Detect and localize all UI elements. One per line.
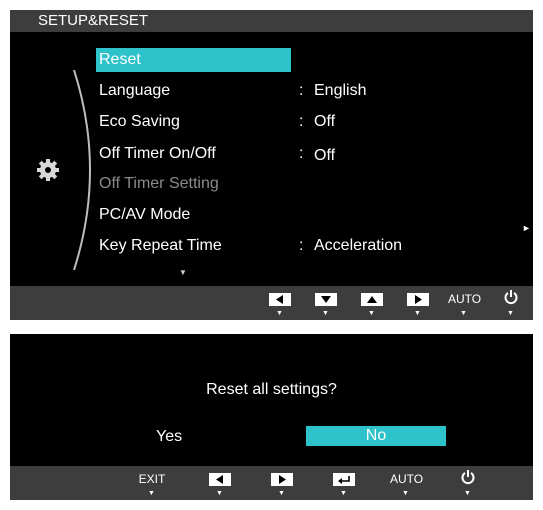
menu-item-colon: : bbox=[299, 82, 304, 99]
power-button[interactable]: ▼ bbox=[495, 286, 527, 320]
auto-label: AUTO bbox=[390, 472, 424, 486]
left-button[interactable]: ▼ bbox=[204, 466, 236, 500]
menu-item-label: Key Repeat Time bbox=[99, 237, 222, 254]
reset-confirm-dialog: Reset all settings? Yes No EXIT ▼ ▼ ▼ ▼ … bbox=[10, 334, 533, 500]
button-marker-icon: ▼ bbox=[402, 490, 409, 497]
menu-item-value: Off bbox=[314, 113, 336, 130]
menu-item-value: English bbox=[314, 82, 367, 99]
menu-item-label: Reset bbox=[99, 51, 141, 68]
right-button[interactable]: ▼ bbox=[402, 286, 434, 320]
down-arrow-icon bbox=[315, 293, 337, 306]
button-marker-icon: ▼ bbox=[340, 490, 347, 497]
button-marker-icon: ▼ bbox=[148, 490, 155, 497]
button-marker-icon: ▼ bbox=[414, 310, 421, 317]
menu-item-label: PC/AV Mode bbox=[99, 206, 191, 223]
scroll-down-icon: ▼ bbox=[179, 268, 187, 277]
menu-button-guide-bar: ▼ ▼ ▼ ▼ AUTO ▼ ▼ bbox=[10, 286, 533, 320]
dialog-question: Reset all settings? bbox=[206, 381, 337, 398]
auto-label: AUTO bbox=[448, 292, 482, 306]
down-button[interactable]: ▼ bbox=[310, 286, 342, 320]
dialog-button-guide-bar: EXIT ▼ ▼ ▼ ▼ AUTO ▼ ▼ bbox=[10, 466, 533, 500]
yes-option[interactable]: Yes bbox=[156, 428, 182, 446]
exit-label: EXIT bbox=[138, 472, 166, 486]
menu-item-value: Off bbox=[314, 147, 336, 164]
left-arrow-icon bbox=[209, 473, 231, 486]
no-option-label: No bbox=[365, 427, 387, 444]
button-marker-icon: ▼ bbox=[276, 310, 283, 317]
power-icon bbox=[461, 470, 475, 485]
power-icon bbox=[504, 290, 518, 305]
button-marker-icon: ▼ bbox=[278, 490, 285, 497]
button-marker-icon: ▼ bbox=[460, 310, 467, 317]
gear-icon bbox=[37, 159, 59, 181]
power-button[interactable]: ▼ bbox=[452, 466, 484, 500]
menu-item-label: Language bbox=[99, 82, 171, 99]
up-arrow-icon bbox=[361, 293, 383, 306]
menu-item-label: Off Timer On/Off bbox=[99, 145, 216, 162]
button-marker-icon: ▼ bbox=[368, 310, 375, 317]
left-arrow-icon bbox=[269, 293, 291, 306]
menu-item-off-timer-setting: Off Timer Setting bbox=[96, 172, 516, 196]
enter-button[interactable]: ▼ bbox=[328, 466, 360, 500]
menu-item-off-timer-onoff[interactable]: Off Timer On/Off : Off bbox=[96, 142, 516, 166]
button-marker-icon: ▼ bbox=[216, 490, 223, 497]
menu-item-language[interactable]: Language : English bbox=[96, 79, 516, 103]
exit-button[interactable]: EXIT ▼ bbox=[136, 466, 168, 500]
menu-item-colon: : bbox=[299, 145, 304, 162]
menu-item-pc-av-mode[interactable]: PC/AV Mode bbox=[96, 203, 516, 227]
left-button[interactable]: ▼ bbox=[264, 286, 296, 320]
menu-item-value: Acceleration bbox=[314, 237, 403, 254]
menu-item-eco-saving[interactable]: Eco Saving : Off bbox=[96, 110, 516, 134]
right-arrow-icon bbox=[271, 473, 293, 486]
up-button[interactable]: ▼ bbox=[356, 286, 388, 320]
menu-item-key-repeat-time[interactable]: Key Repeat Time : Acceleration bbox=[96, 234, 516, 258]
right-button[interactable]: ▼ bbox=[266, 466, 298, 500]
menu-item-colon: : bbox=[299, 113, 304, 130]
menu-item-reset[interactable]: Reset bbox=[96, 48, 516, 72]
button-marker-icon: ▼ bbox=[464, 490, 471, 497]
button-marker-icon: ▼ bbox=[507, 310, 514, 317]
menu-title: SETUP&RESET bbox=[38, 12, 149, 29]
menu-title-bar: SETUP&RESET bbox=[10, 10, 533, 32]
menu-item-label: Eco Saving bbox=[99, 113, 180, 130]
submenu-arrow-icon: ► bbox=[522, 223, 531, 233]
menu-item-colon: : bbox=[299, 237, 304, 254]
menu-item-label: Off Timer Setting bbox=[99, 175, 219, 192]
button-marker-icon: ▼ bbox=[322, 310, 329, 317]
right-arrow-icon bbox=[407, 293, 429, 306]
no-option[interactable]: No bbox=[306, 426, 446, 446]
auto-button[interactable]: AUTO ▼ bbox=[448, 286, 482, 320]
auto-button[interactable]: AUTO ▼ bbox=[390, 466, 424, 500]
setup-reset-menu: SETUP&RESET Reset Language : English Eco… bbox=[10, 10, 533, 320]
enter-icon bbox=[333, 473, 355, 486]
